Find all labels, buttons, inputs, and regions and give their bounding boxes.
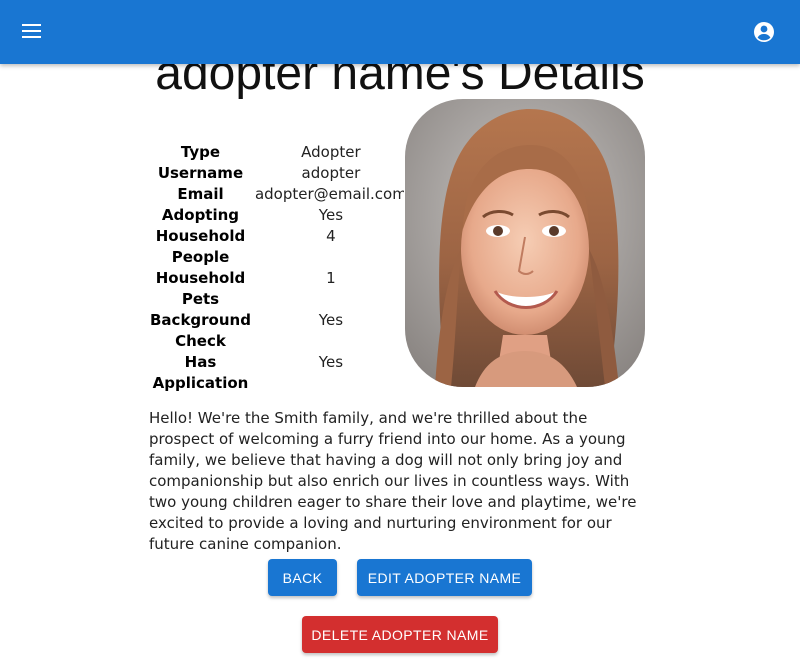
adopter-portrait-image bbox=[405, 99, 645, 387]
detail-label: Email bbox=[177, 185, 224, 203]
detail-value: Yes bbox=[318, 353, 344, 371]
detail-label: Household Pets bbox=[155, 269, 246, 308]
detail-row: Household People 4 bbox=[150, 226, 404, 268]
detail-row: Adopting Yes bbox=[150, 205, 404, 226]
detail-value: 4 bbox=[326, 227, 336, 245]
detail-value: Adopter bbox=[301, 143, 361, 161]
details-table: Type Adopter Username adopter Email adop… bbox=[150, 142, 404, 394]
detail-row: Background Check Yes bbox=[150, 310, 404, 352]
delete-adopter-button[interactable]: DELETE ADOPTER NAME bbox=[302, 616, 498, 653]
detail-row: Username adopter bbox=[150, 163, 404, 184]
detail-value: Yes bbox=[318, 311, 344, 329]
detail-row: Has Application Yes bbox=[150, 352, 404, 394]
detail-label: Username bbox=[157, 164, 244, 182]
edit-adopter-button[interactable]: EDIT ADOPTER NAME bbox=[357, 559, 532, 596]
detail-row: Type Adopter bbox=[150, 142, 404, 163]
detail-value: adopter@email.com bbox=[254, 185, 404, 203]
menu-icon-bar bbox=[22, 30, 41, 32]
detail-row: Email adopter@email.com bbox=[150, 184, 404, 205]
adopter-photo bbox=[405, 99, 645, 387]
detail-row: Household Pets 1 bbox=[150, 268, 404, 310]
adopter-bio: Hello! We're the Smith family, and we're… bbox=[149, 409, 637, 553]
app-bar bbox=[0, 0, 800, 64]
back-button[interactable]: BACK bbox=[268, 559, 337, 596]
detail-label: Adopting bbox=[161, 206, 240, 224]
detail-value: 1 bbox=[326, 269, 336, 287]
detail-label: Type bbox=[180, 143, 221, 161]
detail-value: Yes bbox=[318, 206, 344, 224]
detail-label: Has Application bbox=[152, 353, 249, 392]
menu-icon-bar bbox=[22, 24, 41, 26]
detail-label: Background Check bbox=[150, 311, 251, 350]
account-circle-icon[interactable] bbox=[752, 20, 776, 44]
detail-value: adopter bbox=[301, 164, 361, 182]
menu-button[interactable] bbox=[12, 14, 52, 50]
detail-label: Household People bbox=[155, 227, 246, 266]
menu-icon-bar bbox=[22, 36, 41, 38]
